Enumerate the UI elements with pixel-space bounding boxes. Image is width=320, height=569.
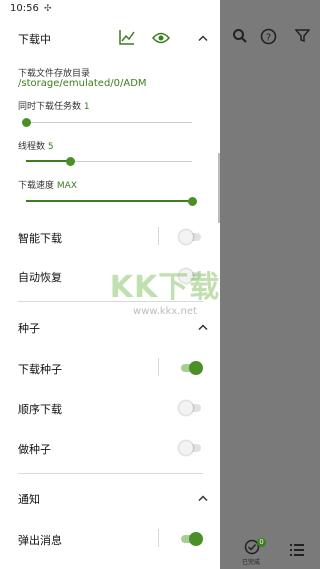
speed-slider[interactable] bbox=[26, 197, 197, 207]
slider-thumb[interactable] bbox=[187, 197, 197, 206]
watermark-logo: KK下载 bbox=[109, 270, 221, 305]
slider-track bbox=[26, 122, 192, 123]
seeding-label: 做种子 bbox=[18, 443, 51, 456]
help-icon[interactable]: ? bbox=[260, 28, 277, 49]
bottom-bar: 0 已完成 bbox=[220, 530, 320, 569]
concurrent-slider[interactable] bbox=[21, 118, 192, 128]
slider-fill bbox=[26, 160, 71, 162]
storage-path[interactable]: /storage/emulated/0/ADM bbox=[18, 78, 147, 89]
watermark-url: www.kkx.net bbox=[133, 306, 197, 317]
search-icon[interactable] bbox=[232, 28, 248, 48]
eye-icon[interactable] bbox=[151, 30, 171, 49]
popup-switch[interactable] bbox=[179, 531, 203, 547]
divider bbox=[18, 473, 203, 474]
slider-thumb[interactable] bbox=[21, 118, 31, 127]
smart-download-label: 智能下载 bbox=[18, 232, 62, 245]
section-title: 通知 bbox=[18, 493, 40, 506]
row-separator bbox=[158, 529, 159, 547]
sequential-switch[interactable] bbox=[179, 400, 203, 416]
smart-download-switch[interactable] bbox=[179, 229, 203, 245]
seeding-row[interactable]: 做种子 bbox=[18, 437, 213, 459]
seeding-switch[interactable] bbox=[179, 440, 203, 456]
concurrent-value: 1 bbox=[83, 102, 90, 112]
chevron-up-icon[interactable] bbox=[198, 31, 208, 45]
download-seed-row[interactable]: 下载种子 bbox=[18, 357, 213, 379]
sequential-row[interactable]: 顺序下载 bbox=[18, 397, 213, 419]
completed-badge: 0 bbox=[257, 538, 266, 547]
threads-label-text: 线程数 bbox=[18, 142, 46, 152]
chevron-up-icon[interactable] bbox=[198, 320, 208, 334]
section-notify: 通知 bbox=[18, 489, 208, 509]
filter-icon[interactable] bbox=[294, 28, 311, 47]
scroll-thumb[interactable] bbox=[218, 153, 220, 223]
slider-thumb[interactable] bbox=[66, 157, 76, 166]
sequential-label: 顺序下载 bbox=[18, 403, 62, 416]
speed-label: 下载速度 MAX bbox=[18, 178, 77, 191]
network-icon: ✣ bbox=[44, 4, 52, 14]
download-seed-label: 下载种子 bbox=[18, 363, 62, 376]
drawer-scrim[interactable]: ? 0 已完成 bbox=[220, 0, 320, 569]
row-separator bbox=[158, 358, 159, 376]
svg-text:?: ? bbox=[266, 33, 271, 44]
popup-label: 弹出消息 bbox=[18, 534, 62, 547]
threads-value: 5 bbox=[47, 142, 54, 152]
completed-label: 已完成 bbox=[242, 559, 261, 566]
chevron-up-icon[interactable] bbox=[198, 491, 208, 505]
watermark: KK下载 www.kkx.net bbox=[100, 262, 230, 317]
chart-icon[interactable] bbox=[119, 29, 135, 49]
section-downloading: 下载中 bbox=[18, 29, 208, 49]
auto-resume-label: 自动恢复 bbox=[18, 271, 62, 284]
list-icon[interactable] bbox=[290, 541, 304, 560]
download-seed-switch[interactable] bbox=[179, 360, 203, 376]
slider-fill bbox=[26, 200, 192, 202]
popup-row[interactable]: 弹出消息 bbox=[18, 528, 213, 550]
concurrent-label: 同时下载任务数 1 bbox=[18, 99, 90, 112]
threads-slider[interactable] bbox=[26, 157, 192, 167]
speed-label-text: 下载速度 bbox=[18, 181, 55, 191]
threads-label: 线程数 5 bbox=[18, 139, 54, 152]
section-title: 下载中 bbox=[18, 33, 51, 46]
status-time: 10:56 bbox=[10, 3, 39, 14]
section-title: 种子 bbox=[18, 322, 40, 335]
section-seeds: 种子 bbox=[18, 318, 208, 338]
speed-value: MAX bbox=[56, 181, 77, 191]
row-separator bbox=[158, 227, 159, 245]
concurrent-label-text: 同时下载任务数 bbox=[18, 102, 82, 112]
smart-download-row[interactable]: 智能下载 bbox=[18, 226, 213, 248]
